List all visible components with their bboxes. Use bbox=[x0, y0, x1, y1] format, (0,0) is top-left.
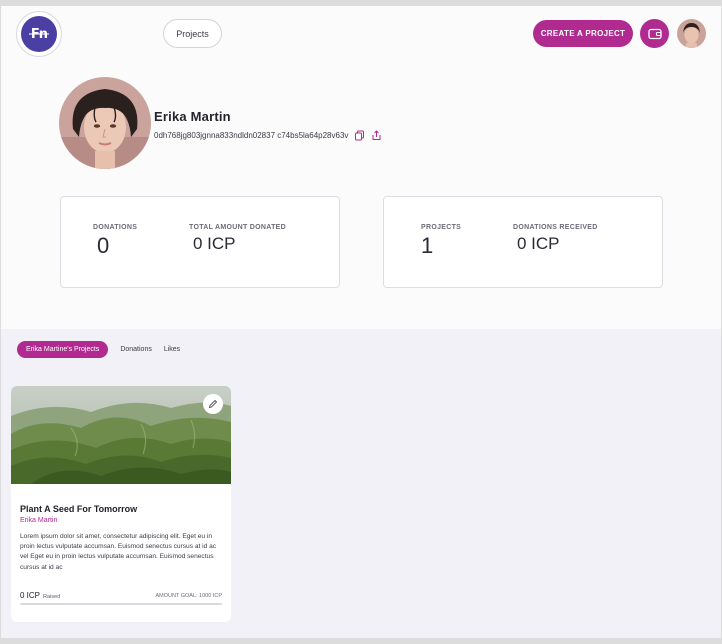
profile-avatar bbox=[59, 77, 151, 169]
raised-value: 0 ICP bbox=[20, 591, 41, 600]
tab-my-projects[interactable]: Erika Martine's Projects bbox=[17, 341, 109, 358]
edit-project-button[interactable] bbox=[203, 394, 223, 414]
funding-progress-bar bbox=[20, 603, 222, 605]
tab-donations[interactable]: Donations bbox=[120, 346, 152, 353]
logo-mark: Fn bbox=[21, 16, 57, 52]
wallet-button[interactable] bbox=[640, 19, 669, 48]
share-icon[interactable] bbox=[371, 130, 382, 141]
donations-value: 0 bbox=[97, 233, 110, 258]
total-donated-value: 0 ICP bbox=[193, 234, 236, 253]
create-project-button[interactable]: CREATE A PROJECT bbox=[533, 20, 633, 47]
wallet-address-row: 0dh768jg803jgnna833ndldn02837 c74bs5la64… bbox=[154, 130, 382, 141]
nav-projects-button[interactable]: Projects bbox=[163, 19, 222, 48]
tab-likes[interactable]: Likes bbox=[164, 346, 180, 353]
raised-amount: 0 ICP Raised bbox=[20, 591, 60, 600]
donations-received-value: 0 ICP bbox=[517, 234, 560, 253]
project-card[interactable]: Plant A Seed For Tomorrow Erika Martin L… bbox=[11, 386, 231, 622]
user-avatar-button[interactable] bbox=[677, 19, 706, 48]
page: Fn Projects CREATE A PROJECT Erika Marti… bbox=[1, 6, 721, 638]
donations-received-stat: DONATIONS RECEIVED 0 ICP bbox=[513, 224, 598, 254]
donor-stats-card: DONATIONS 0 TOTAL AMOUNT DONATED 0 ICP bbox=[60, 196, 340, 288]
donations-label: DONATIONS bbox=[93, 224, 138, 231]
pencil-icon bbox=[208, 399, 218, 409]
project-author[interactable]: Erika Martin bbox=[20, 517, 57, 524]
wallet-address: 0dh768jg803jgnna833ndldn02837 c74bs5la64… bbox=[154, 131, 349, 140]
logo[interactable]: Fn bbox=[16, 11, 62, 57]
profile-tabs: Erika Martine's Projects Donations Likes bbox=[17, 341, 180, 358]
project-title[interactable]: Plant A Seed For Tomorrow bbox=[20, 504, 137, 514]
project-description: Lorem ipsum dolor sit amet, consectetur … bbox=[20, 533, 217, 571]
donations-received-label: DONATIONS RECEIVED bbox=[513, 224, 598, 231]
top-bar: Fn Projects CREATE A PROJECT bbox=[1, 6, 721, 62]
creator-stats-card: PROJECTS 1 DONATIONS RECEIVED 0 ICP bbox=[383, 196, 663, 288]
amount-goal: AMOUNT GOAL: 1000 ICP bbox=[155, 593, 222, 599]
raised-label: Raised bbox=[43, 594, 61, 600]
total-donated-label: TOTAL AMOUNT DONATED bbox=[189, 224, 286, 231]
projects-section: Erika Martine's Projects Donations Likes bbox=[1, 329, 721, 638]
total-donated-stat: TOTAL AMOUNT DONATED 0 ICP bbox=[189, 224, 286, 254]
projects-value: 1 bbox=[421, 233, 434, 258]
donations-stat: DONATIONS 0 bbox=[93, 224, 137, 259]
wallet-icon bbox=[647, 28, 662, 39]
project-image bbox=[11, 386, 231, 484]
avatar-image bbox=[677, 19, 706, 48]
projects-stat: PROJECTS 1 bbox=[421, 224, 461, 259]
user-name: Erika Martin bbox=[154, 109, 231, 124]
copy-icon[interactable] bbox=[354, 130, 365, 141]
projects-label: PROJECTS bbox=[421, 224, 462, 231]
